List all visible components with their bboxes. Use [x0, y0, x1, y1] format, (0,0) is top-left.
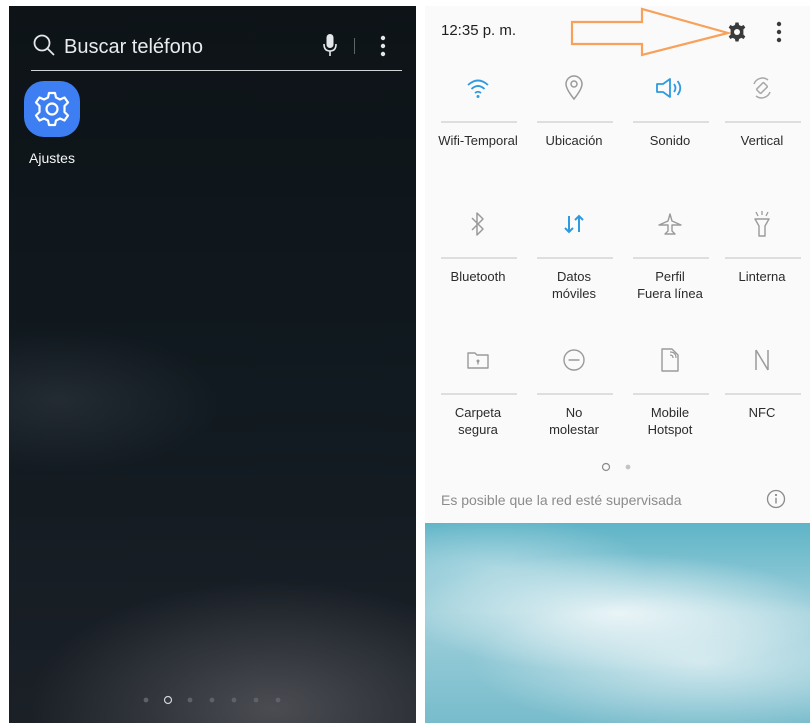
tile-label: Vertical [740, 133, 784, 148]
tile-label: Wifi-Temporal [438, 133, 518, 148]
page-dot-active [163, 695, 173, 705]
page-dot [253, 697, 259, 703]
quick-panel-page-indicator [601, 462, 631, 472]
airplane-icon [629, 204, 711, 244]
nfc-icon [721, 340, 803, 380]
flashlight-icon [721, 204, 803, 244]
tile-divider [537, 257, 613, 259]
tile-divider [633, 121, 709, 123]
tile-label: Sonido [649, 133, 691, 148]
status-time: 12:35 p. m. [441, 22, 517, 39]
search-input[interactable]: Buscar teléfono [64, 36, 203, 59]
tile-divider [633, 257, 709, 259]
quick-panel: 12:35 p. m. Wifi-Temporal Ubicación Soni… [425, 6, 810, 523]
quick-panel-screen: 12:35 p. m. Wifi-Temporal Ubicación Soni… [425, 6, 810, 723]
page-dot-active [601, 462, 611, 472]
tile-label: Bluetooth [450, 269, 506, 284]
tile-divider [537, 121, 613, 123]
tile-label: Ubicación [545, 133, 603, 148]
gear-icon [34, 91, 70, 127]
tile-divider [441, 393, 517, 395]
page-dot [209, 697, 215, 703]
wallpaper [425, 523, 810, 723]
wifi-icon [437, 68, 519, 108]
page-dot [231, 697, 237, 703]
more-options-icon[interactable] [776, 21, 782, 43]
tile-label: Perfil Fuera línea [637, 269, 703, 301]
network-notice[interactable]: Es posible que la red esté supervisada [441, 492, 681, 508]
home-screen: Buscar teléfono Ajustes [9, 6, 416, 723]
search-icon [33, 34, 55, 56]
tile-label: Linterna [738, 269, 786, 284]
secure-folder-icon [437, 340, 519, 380]
settings-app[interactable]: Ajustes [22, 81, 82, 166]
microphone-icon[interactable] [323, 34, 337, 58]
settings-gear-icon[interactable] [727, 22, 747, 42]
annotation-arrow [570, 7, 732, 57]
settings-app-icon[interactable] [24, 81, 80, 137]
hotspot-icon [629, 340, 711, 380]
info-icon[interactable] [766, 489, 786, 509]
tile-divider [633, 393, 709, 395]
more-options-icon[interactable] [380, 35, 386, 57]
page-dot [625, 464, 631, 470]
tile-divider [725, 393, 801, 395]
rotation-icon [721, 68, 803, 108]
tile-label: Mobile Hotspot [647, 405, 693, 437]
tile-divider [537, 393, 613, 395]
sound-icon [629, 68, 711, 108]
page-dot [275, 697, 281, 703]
home-page-indicator [143, 695, 281, 705]
search-separator [354, 38, 355, 54]
page-dot [143, 697, 149, 703]
search-bar[interactable]: Buscar teléfono [31, 28, 402, 71]
do-not-disturb-icon [533, 340, 615, 380]
settings-app-label: Ajustes [29, 150, 75, 166]
tile-divider [441, 257, 517, 259]
tile-label: No molestar [549, 405, 599, 437]
tile-label: Carpeta segura [454, 405, 502, 437]
page-dot [187, 697, 193, 703]
tile-label: NFC [748, 405, 776, 420]
location-icon [533, 68, 615, 108]
tile-divider [725, 257, 801, 259]
mobile-data-icon [533, 204, 615, 244]
bluetooth-icon [437, 204, 519, 244]
tile-divider [725, 121, 801, 123]
tile-label: Datos móviles [551, 269, 597, 301]
tile-divider [441, 121, 517, 123]
